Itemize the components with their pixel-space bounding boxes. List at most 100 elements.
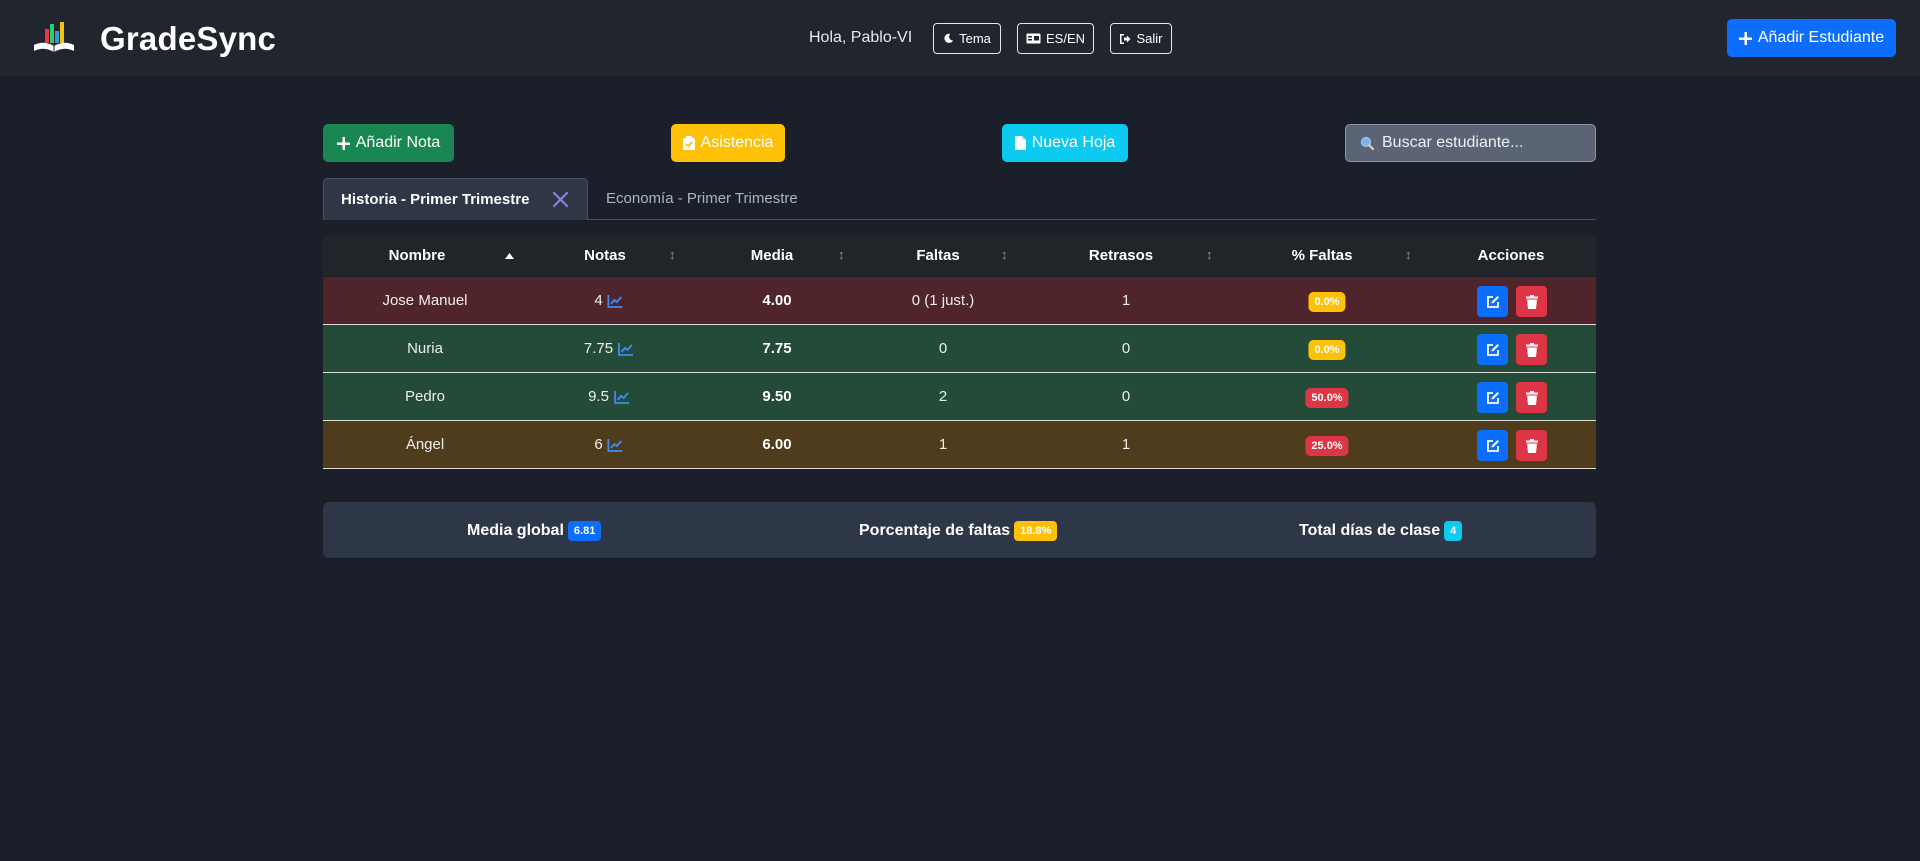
delete-button[interactable] bbox=[1516, 334, 1547, 365]
cell-average: 6.00 bbox=[762, 436, 792, 453]
edit-icon bbox=[1486, 295, 1499, 308]
new-sheet-label: Nueva Hoja bbox=[1031, 134, 1116, 151]
table-row: Nuria 7.75 7.75 0 0 0.0% bbox=[323, 325, 1596, 373]
cell-absences: 0 bbox=[938, 340, 948, 357]
edit-icon bbox=[1486, 391, 1499, 404]
user-greeting: Hola, Pablo-VI bbox=[809, 29, 913, 46]
sort-icon[interactable]: ↕ bbox=[1001, 247, 1008, 262]
trash-icon bbox=[1525, 342, 1538, 357]
sort-asc-icon[interactable] bbox=[505, 253, 514, 259]
sign-out-icon bbox=[1120, 33, 1131, 44]
delete-button[interactable] bbox=[1516, 286, 1547, 317]
search-field[interactable] bbox=[1345, 124, 1596, 162]
global-average-label: Media global bbox=[467, 522, 564, 539]
logout-button[interactable]: Salir bbox=[1110, 23, 1172, 54]
edit-button[interactable] bbox=[1477, 286, 1508, 317]
edit-icon bbox=[1486, 343, 1499, 356]
theme-button[interactable]: Tema bbox=[933, 23, 1001, 54]
cell-grades: 7.75 bbox=[584, 340, 634, 357]
add-grade-label: Añadir Nota bbox=[355, 134, 441, 151]
absence-pct-badge: 50.0% bbox=[1305, 388, 1349, 408]
cell-grades: 4 bbox=[594, 292, 623, 309]
cell-absences: 0 (1 just.) bbox=[911, 292, 975, 309]
absence-pct-badge: 0.0% bbox=[1308, 340, 1346, 360]
edit-button[interactable] bbox=[1477, 382, 1508, 413]
add-student-label: Añadir Estudiante bbox=[1757, 29, 1885, 46]
plus-icon bbox=[1738, 31, 1752, 45]
sort-icon[interactable]: ↕ bbox=[838, 247, 845, 262]
cell-grades: 6 bbox=[594, 436, 623, 453]
table-header: Nombre Notas ↕ Media ↕ Faltas ↕ Retrasos… bbox=[323, 236, 1596, 276]
cell-delays: 1 bbox=[1121, 292, 1131, 309]
attendance-label: Asistencia bbox=[700, 134, 774, 151]
chart-line-icon[interactable] bbox=[607, 438, 624, 452]
absence-pct-badge: 0.0% bbox=[1308, 292, 1346, 312]
new-sheet-button[interactable]: Nueva Hoja bbox=[1002, 124, 1128, 162]
grades-value: 7.75 bbox=[583, 340, 614, 357]
close-icon[interactable] bbox=[552, 191, 569, 208]
total-days-label: Total días de clase bbox=[1299, 522, 1441, 539]
navbar: GradeSync Hola, Pablo-VI Tema ES/EN Sali… bbox=[0, 0, 1920, 76]
sort-icon[interactable]: ↕ bbox=[1206, 247, 1213, 262]
header-pct-faltas[interactable]: % Faltas bbox=[1292, 247, 1353, 264]
grades-value: 4 bbox=[594, 292, 603, 309]
global-average-badge: 6.81 bbox=[567, 521, 602, 541]
header-retrasos[interactable]: Retrasos bbox=[1089, 247, 1153, 264]
absence-pct-stat: Porcentaje de faltas 18.8% bbox=[859, 521, 1058, 541]
absence-pct-label: Porcentaje de faltas bbox=[859, 522, 1011, 539]
sort-icon[interactable]: ↕ bbox=[1405, 247, 1412, 262]
trash-icon bbox=[1525, 294, 1538, 309]
grades-value: 6 bbox=[594, 436, 603, 453]
tab-historia[interactable]: Historia - Primer Trimestre bbox=[323, 178, 588, 220]
cell-average: 9.50 bbox=[762, 388, 792, 405]
moon-icon bbox=[944, 33, 954, 43]
attendance-button[interactable]: Asistencia bbox=[671, 124, 785, 162]
cell-average: 4.00 bbox=[762, 292, 792, 309]
summary-stats: Media global 6.81 Porcentaje de faltas 1… bbox=[323, 502, 1596, 558]
language-button[interactable]: ES/EN bbox=[1017, 23, 1094, 54]
book-chart-logo bbox=[34, 22, 74, 52]
clipboard-check-icon bbox=[682, 136, 695, 150]
chart-line-icon[interactable] bbox=[618, 342, 634, 356]
header-media[interactable]: Media bbox=[751, 247, 794, 264]
table-row: Ángel 6 6.00 1 1 25.0% bbox=[323, 421, 1596, 469]
sort-icon[interactable]: ↕ bbox=[669, 247, 676, 262]
logout-label: Salir bbox=[1136, 31, 1163, 46]
edit-button[interactable] bbox=[1477, 430, 1508, 461]
cell-absences: 2 bbox=[938, 388, 948, 405]
absence-pct-badge: 25.0% bbox=[1305, 436, 1349, 456]
edit-button[interactable] bbox=[1477, 334, 1508, 365]
plus-icon bbox=[336, 136, 350, 150]
absence-pct-badge: 18.8% bbox=[1014, 521, 1058, 541]
search-input[interactable] bbox=[1382, 134, 1582, 152]
header-acciones: Acciones bbox=[1477, 247, 1545, 264]
cell-average: 7.75 bbox=[762, 340, 792, 357]
add-grade-button[interactable]: Añadir Nota bbox=[323, 124, 454, 162]
trash-icon bbox=[1525, 390, 1538, 405]
language-label: ES/EN bbox=[1045, 31, 1085, 46]
add-student-button[interactable]: Añadir Estudiante bbox=[1727, 19, 1896, 57]
delete-button[interactable] bbox=[1516, 382, 1547, 413]
cell-delays: 1 bbox=[1121, 436, 1131, 453]
chart-line-icon[interactable] bbox=[614, 390, 630, 404]
header-notas[interactable]: Notas bbox=[584, 247, 626, 264]
cell-name: Jose Manuel bbox=[382, 292, 468, 309]
delete-button[interactable] bbox=[1516, 430, 1547, 461]
language-icon bbox=[1026, 33, 1041, 44]
cell-delays: 0 bbox=[1121, 340, 1131, 357]
cell-grades: 9.5 bbox=[588, 388, 630, 405]
cell-name: Pedro bbox=[404, 388, 446, 405]
search-icon bbox=[1360, 136, 1374, 150]
header-nombre[interactable]: Nombre bbox=[389, 247, 446, 264]
trash-icon bbox=[1525, 438, 1538, 453]
table-row: Pedro 9.5 9.50 2 0 50.0% bbox=[323, 373, 1596, 421]
tab-label: Historia - Primer Trimestre bbox=[341, 191, 530, 208]
header-faltas[interactable]: Faltas bbox=[916, 247, 959, 264]
table-row: Jose Manuel 4 4.00 0 (1 just.) 1 0.0% bbox=[323, 277, 1596, 325]
cell-name: Ángel bbox=[405, 436, 445, 453]
total-days-badge: 4 bbox=[1444, 521, 1463, 541]
edit-icon bbox=[1486, 439, 1499, 452]
tab-economia[interactable]: Economía - Primer Trimestre bbox=[606, 190, 798, 207]
cell-name: Nuria bbox=[407, 340, 443, 357]
chart-line-icon[interactable] bbox=[607, 294, 624, 308]
